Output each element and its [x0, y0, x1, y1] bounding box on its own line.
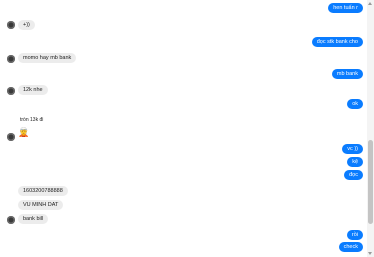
scroll-up-arrow-icon[interactable] — [368, 2, 372, 5]
scroll-down-arrow-icon[interactable] — [368, 252, 372, 255]
emoji-message[interactable]: 🧝 — [18, 127, 29, 137]
outgoing-message-bubble[interactable]: đọc — [344, 170, 363, 180]
contact-avatar[interactable] — [7, 133, 15, 141]
outgoing-message-bubble[interactable]: check — [338, 242, 363, 252]
incoming-message-bubble[interactable]: momo hay mb bank — [18, 53, 77, 63]
incoming-message-bubble[interactable]: +)) — [18, 20, 35, 30]
incoming-message-text[interactable]: tròn 13k đi — [20, 116, 43, 124]
scrollbar[interactable] — [367, 0, 374, 257]
outgoing-message-bubble[interactable]: rồi — [346, 230, 363, 240]
outgoing-message-bubble[interactable]: hen tuấn r — [328, 3, 363, 13]
scrollbar-thumb[interactable] — [368, 140, 373, 224]
outgoing-message-bubble[interactable]: mb bank — [331, 69, 363, 79]
outgoing-message-bubble[interactable]: kệ — [347, 157, 363, 167]
incoming-message-bubble[interactable]: bank bill — [18, 214, 49, 224]
outgoing-message-bubble[interactable]: đọc stk bank cho — [311, 37, 363, 47]
incoming-message-bubble[interactable]: VU MINH DAT — [18, 200, 64, 210]
chat-message-list[interactable]: hen tuấn r +)) đọc stk bank cho momo hay… — [0, 0, 367, 257]
contact-avatar[interactable] — [7, 55, 15, 63]
contact-avatar[interactable] — [7, 21, 15, 29]
outgoing-message-bubble[interactable]: vc )) — [342, 144, 363, 154]
incoming-message-bubble[interactable]: 12k nhe — [18, 85, 48, 95]
contact-avatar[interactable] — [7, 216, 15, 224]
outgoing-message-bubble[interactable]: ok — [347, 99, 363, 109]
incoming-message-bubble[interactable]: 1603200788888 — [18, 186, 68, 196]
contact-avatar[interactable] — [7, 87, 15, 95]
